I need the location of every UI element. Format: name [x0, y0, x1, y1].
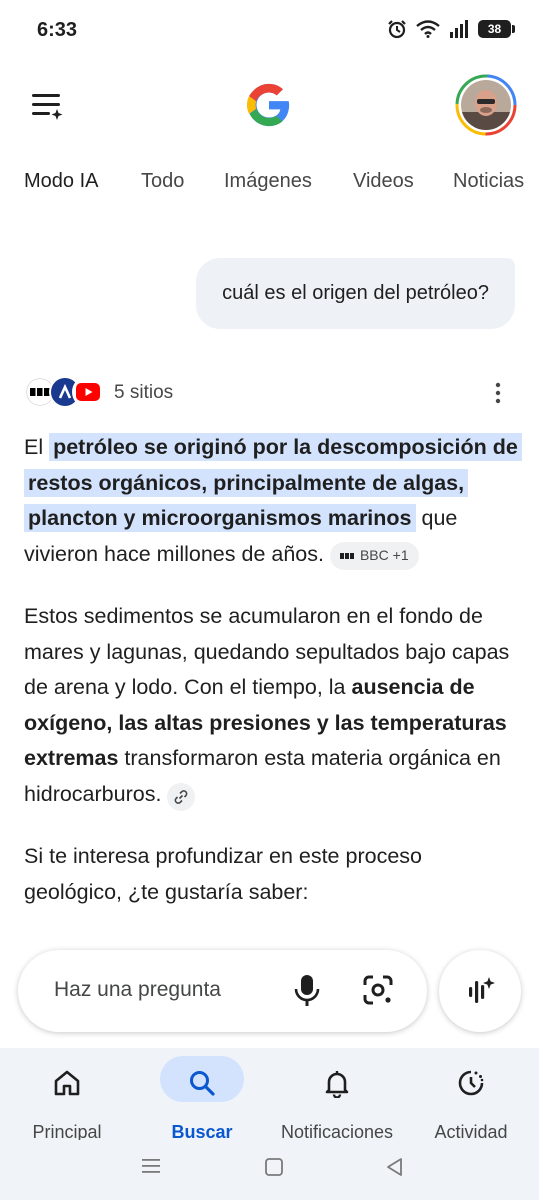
- answer-paragraph-2: Estos sedimentos se acumularon en el fon…: [24, 599, 519, 812]
- wifi-icon: [416, 20, 440, 38]
- tab-noticias[interactable]: Noticias: [453, 170, 524, 193]
- bottom-nav: Principal Buscar Notificaciones Activida…: [0, 1048, 539, 1142]
- ai-answer: El petróleo se originó por la descomposi…: [24, 430, 522, 937]
- app-header: [0, 70, 539, 140]
- lens-icon: [363, 975, 393, 1005]
- more-vert-icon: [495, 382, 501, 404]
- link-chip[interactable]: [167, 782, 196, 811]
- status-icons: 38: [387, 19, 515, 39]
- tab-videos[interactable]: Videos: [353, 170, 414, 193]
- system-nav: [0, 1140, 539, 1200]
- back-button[interactable]: [384, 1156, 406, 1183]
- link-icon: [175, 789, 188, 804]
- answer-paragraph-1: El petróleo se originó por la descomposi…: [24, 430, 522, 572]
- tab-modo-ia[interactable]: Modo IA: [24, 170, 98, 193]
- citation-chip[interactable]: BBC +1: [329, 541, 419, 570]
- answer-paragraph-3: Si te interesa profundizar en este proce…: [24, 839, 519, 910]
- more-options-button[interactable]: [487, 380, 509, 406]
- voice-search-button[interactable]: [290, 972, 324, 1010]
- nav-principal[interactable]: Principal: [22, 1058, 112, 1142]
- avatar[interactable]: [455, 74, 517, 136]
- mic-icon: [294, 975, 320, 1006]
- menu-sparkle-icon: [32, 94, 63, 120]
- recents-button[interactable]: [140, 1156, 162, 1181]
- home-square-icon: [265, 1158, 283, 1176]
- back-triangle-icon: [387, 1158, 402, 1176]
- source-icons: [24, 376, 106, 412]
- lens-search-button[interactable]: [360, 972, 396, 1008]
- google-g-logo: [246, 83, 290, 127]
- youtube-source-icon: [72, 376, 104, 408]
- home-system-button[interactable]: [263, 1156, 285, 1183]
- answer-lead-text: El: [24, 435, 50, 459]
- tab-imagenes[interactable]: Imágenes: [224, 170, 312, 193]
- citation-chip-label: BBC +1: [359, 546, 409, 563]
- home-icon: [54, 1070, 80, 1096]
- ask-bar: Haz una pregunta: [18, 950, 427, 1032]
- mode-tabs: Modo IA Todo Imágenes Videos Noticias: [0, 160, 539, 204]
- answer-p3-text: Si te interesa profundizar en este proce…: [24, 844, 422, 904]
- search-icon: [190, 1071, 215, 1096]
- ask-input[interactable]: Haz una pregunta: [54, 978, 221, 1002]
- nav-actividad[interactable]: Actividad: [425, 1058, 517, 1142]
- live-mode-button[interactable]: [439, 950, 521, 1032]
- battery-level: 38: [487, 22, 502, 36]
- nav-notificaciones[interactable]: Notificaciones: [272, 1058, 402, 1142]
- user-query-text: cuál es el origen del petróleo?: [222, 282, 489, 304]
- signal-icon: [450, 20, 468, 38]
- user-query-bubble: cuál es el origen del petróleo?: [196, 258, 515, 329]
- sources-count: 5 sitios: [114, 382, 174, 403]
- bell-icon: [325, 1071, 349, 1098]
- activity-icon: [458, 1070, 484, 1096]
- status-bar: 6:33 38: [0, 0, 539, 62]
- status-time: 6:33: [37, 19, 78, 41]
- profile-avatar-icon: [455, 74, 517, 136]
- live-sparkle-icon: [469, 977, 495, 1003]
- alarm-icon: [388, 20, 406, 39]
- recents-icon: [142, 1159, 160, 1173]
- menu-button[interactable]: [26, 88, 66, 124]
- battery-icon: 38: [478, 20, 515, 38]
- tab-todo[interactable]: Todo: [141, 170, 184, 193]
- sources-row[interactable]: 5 sitios: [24, 374, 515, 414]
- bbc-chip-icon: [339, 552, 354, 559]
- nav-buscar[interactable]: Buscar: [157, 1056, 247, 1142]
